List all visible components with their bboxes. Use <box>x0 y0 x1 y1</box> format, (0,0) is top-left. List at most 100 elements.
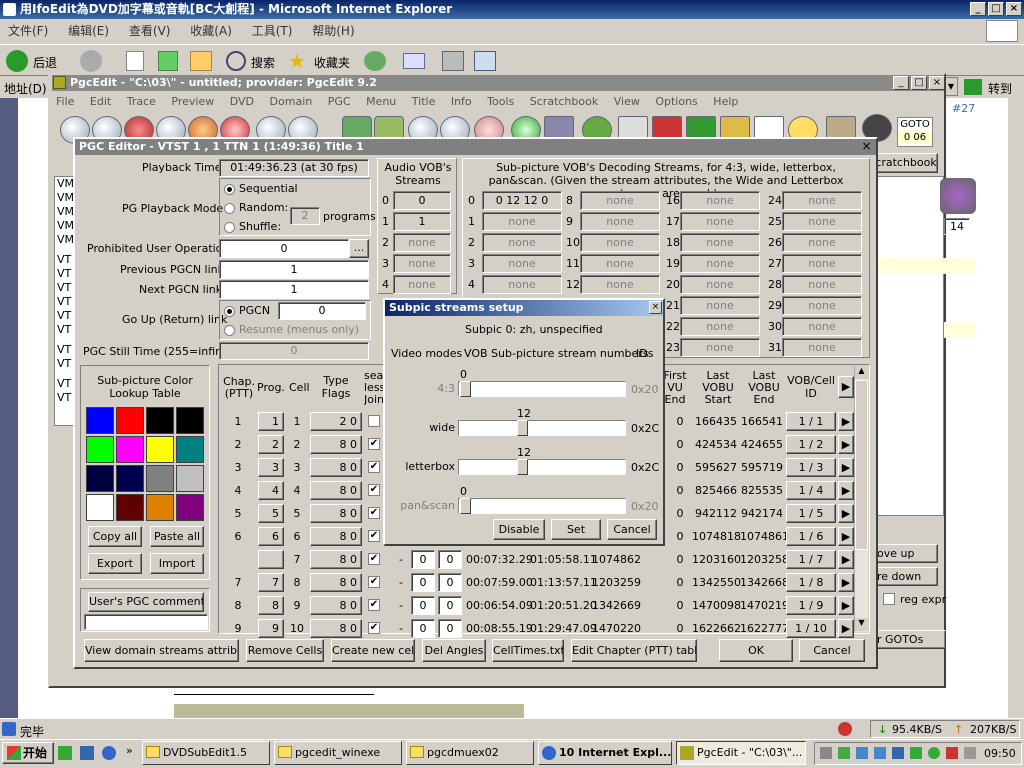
cell-vob-id-button[interactable]: 1 / 8 <box>786 573 836 592</box>
cell-prog-button[interactable]: 7 <box>258 573 284 592</box>
subpic-stream-field[interactable]: none <box>680 233 760 252</box>
taskbar-item[interactable]: pgcedit_winexe <box>274 741 402 765</box>
menu-tools[interactable]: Tools <box>487 95 514 108</box>
subpic-stream-field[interactable]: none <box>482 254 562 273</box>
menu-title[interactable]: Title <box>412 95 436 108</box>
cell-flags-button[interactable]: 8 0 <box>310 527 362 546</box>
color-swatch[interactable] <box>146 407 174 434</box>
color-swatch[interactable] <box>86 436 114 463</box>
cell-flags-button[interactable]: 8 0 <box>310 435 362 454</box>
shield-icon[interactable] <box>928 747 940 759</box>
cell-play-icon[interactable]: ▶ <box>838 435 854 454</box>
pgcedit-close-button[interactable]: × <box>929 76 945 90</box>
cells-scrollbar[interactable]: ▲ ▼ <box>854 366 868 632</box>
cell-prog-button[interactable]: 8 <box>258 596 284 615</box>
color-swatch[interactable] <box>176 465 204 492</box>
dialog-cancel-button[interactable]: Cancel <box>607 519 657 540</box>
color-swatch[interactable] <box>116 407 144 434</box>
celltimes-button[interactable]: CellTimes.txt <box>492 639 564 662</box>
ie-menu-favorites[interactable]: 收藏(A) <box>190 24 232 38</box>
cell-vob-id-button[interactable]: 1 / 4 <box>786 481 836 500</box>
cell-play-icon[interactable]: ▶ <box>838 481 854 500</box>
prohibited-field[interactable]: 0 <box>219 239 349 258</box>
cell-angle-field[interactable]: 0 <box>438 619 462 638</box>
slider-thumb[interactable] <box>517 459 528 475</box>
cell-play-icon[interactable]: ▶ <box>838 458 854 477</box>
subpic-stream-field[interactable]: none <box>580 254 660 273</box>
subpic-stream-field[interactable]: none <box>680 317 760 336</box>
subpic-stream-field[interactable]: none <box>482 212 562 231</box>
move-up-button[interactable]: ove up <box>874 544 938 563</box>
subpic-stream-field[interactable]: none <box>580 191 660 210</box>
cancel-button[interactable]: Cancel <box>799 639 865 662</box>
color-swatch[interactable] <box>176 407 204 434</box>
tray-icon[interactable] <box>892 747 904 759</box>
user-comment-field[interactable] <box>84 614 208 630</box>
ie-menu-tools[interactable]: 工具(T) <box>252 24 293 38</box>
scroll-down-icon[interactable]: ▼ <box>855 618 868 631</box>
scroll-thumb[interactable] <box>855 380 868 550</box>
tray-icon[interactable] <box>910 747 922 759</box>
back-label[interactable]: 后退 <box>33 54 57 71</box>
audio-stream-field[interactable]: 0 <box>393 191 451 210</box>
color-swatch[interactable] <box>116 436 144 463</box>
color-swatch[interactable] <box>146 436 174 463</box>
favorites-label[interactable]: 收藏夹 <box>314 54 350 71</box>
seamless-checkbox[interactable]: ✔ <box>368 576 380 588</box>
mode-sequential-radio[interactable]: Sequential <box>224 182 298 195</box>
pgcedit-minimize-button[interactable]: _ <box>893 76 909 90</box>
cell-vob-id-button[interactable]: 1 / 7 <box>786 550 836 569</box>
goto-box[interactable]: GOTO 0 06 <box>897 117 933 147</box>
address-dropdown-icon[interactable]: ▼ <box>944 77 958 96</box>
taskbar-item[interactable]: 10 Internet Expl... <box>538 741 672 765</box>
subpic-stream-field[interactable]: none <box>782 233 862 252</box>
mail-icon[interactable] <box>403 53 425 69</box>
subpic-stream-field[interactable]: none <box>782 254 862 273</box>
subpic-stream-field[interactable]: none <box>680 254 760 273</box>
color-swatch[interactable] <box>86 465 114 492</box>
color-swatch[interactable] <box>146 465 174 492</box>
taskbar-item[interactable]: pgcdmuex02 <box>406 741 534 765</box>
search-icon[interactable] <box>226 51 246 71</box>
view-domain-streams-button[interactable]: View domain streams attributes <box>84 639 239 662</box>
user-comment-button[interactable]: User's PGC comment <box>88 592 204 612</box>
cell-play-icon[interactable]: ▶ <box>838 504 854 523</box>
color-swatch[interactable] <box>176 436 204 463</box>
taskbar-item[interactable]: DVDSubEdit1.5 <box>142 741 270 765</box>
mode-random-radio[interactable]: Random: <box>224 201 288 214</box>
search-label[interactable]: 搜索 <box>251 54 275 71</box>
copy-all-button[interactable]: Copy all <box>88 526 142 547</box>
taskbar-item-active[interactable]: PgcEdit - "C:\03\"... <box>676 741 806 765</box>
cell-play-icon[interactable]: ▶ <box>838 573 854 592</box>
menu-preview[interactable]: Preview <box>171 95 214 108</box>
ie-menu-help[interactable]: 帮助(H) <box>312 24 354 38</box>
cell-prog-button[interactable]: 2 <box>258 435 284 454</box>
menu-trace[interactable]: Trace <box>127 95 156 108</box>
cell-flags-button[interactable]: 8 0 <box>310 596 362 615</box>
menu-scratchbook[interactable]: Scratchbook <box>530 95 598 108</box>
slider-thumb[interactable] <box>460 498 471 514</box>
pgcn-radio[interactable]: PGCN <box>224 304 270 317</box>
subpic-dialog-close-button[interactable]: × <box>649 301 662 314</box>
menu-edit[interactable]: Edit <box>90 95 111 108</box>
cell-prog-button[interactable]: 3 <box>258 458 284 477</box>
subpic-stream-field[interactable]: none <box>782 317 862 336</box>
cell-prog-button[interactable]: 4 <box>258 481 284 500</box>
go-arrow-icon[interactable] <box>964 79 982 95</box>
prev-pgcn-field[interactable]: 1 <box>219 260 369 279</box>
color-swatch[interactable] <box>116 465 144 492</box>
cell-vob-id-button[interactable]: 1 / 1 <box>786 412 836 431</box>
slider-thumb[interactable] <box>517 420 528 436</box>
subpic-stream-field[interactable]: none <box>782 191 862 210</box>
color-swatch[interactable] <box>116 494 144 521</box>
cell-play-icon[interactable]: ▶ <box>838 619 854 638</box>
subpic-stream-field[interactable]: none <box>782 212 862 231</box>
seamless-checkbox[interactable]: ✔ <box>368 484 380 496</box>
reg-expr-checkbox[interactable] <box>883 593 895 605</box>
pgcn-field[interactable]: 0 <box>278 302 366 320</box>
menu-file[interactable]: File <box>56 95 74 108</box>
paste-all-button[interactable]: Paste all <box>150 526 204 547</box>
cell-flags-button[interactable]: 8 0 <box>310 550 362 569</box>
quicklaunch-icon[interactable] <box>58 746 72 760</box>
cell-play-icon[interactable]: ▶ <box>838 596 854 615</box>
